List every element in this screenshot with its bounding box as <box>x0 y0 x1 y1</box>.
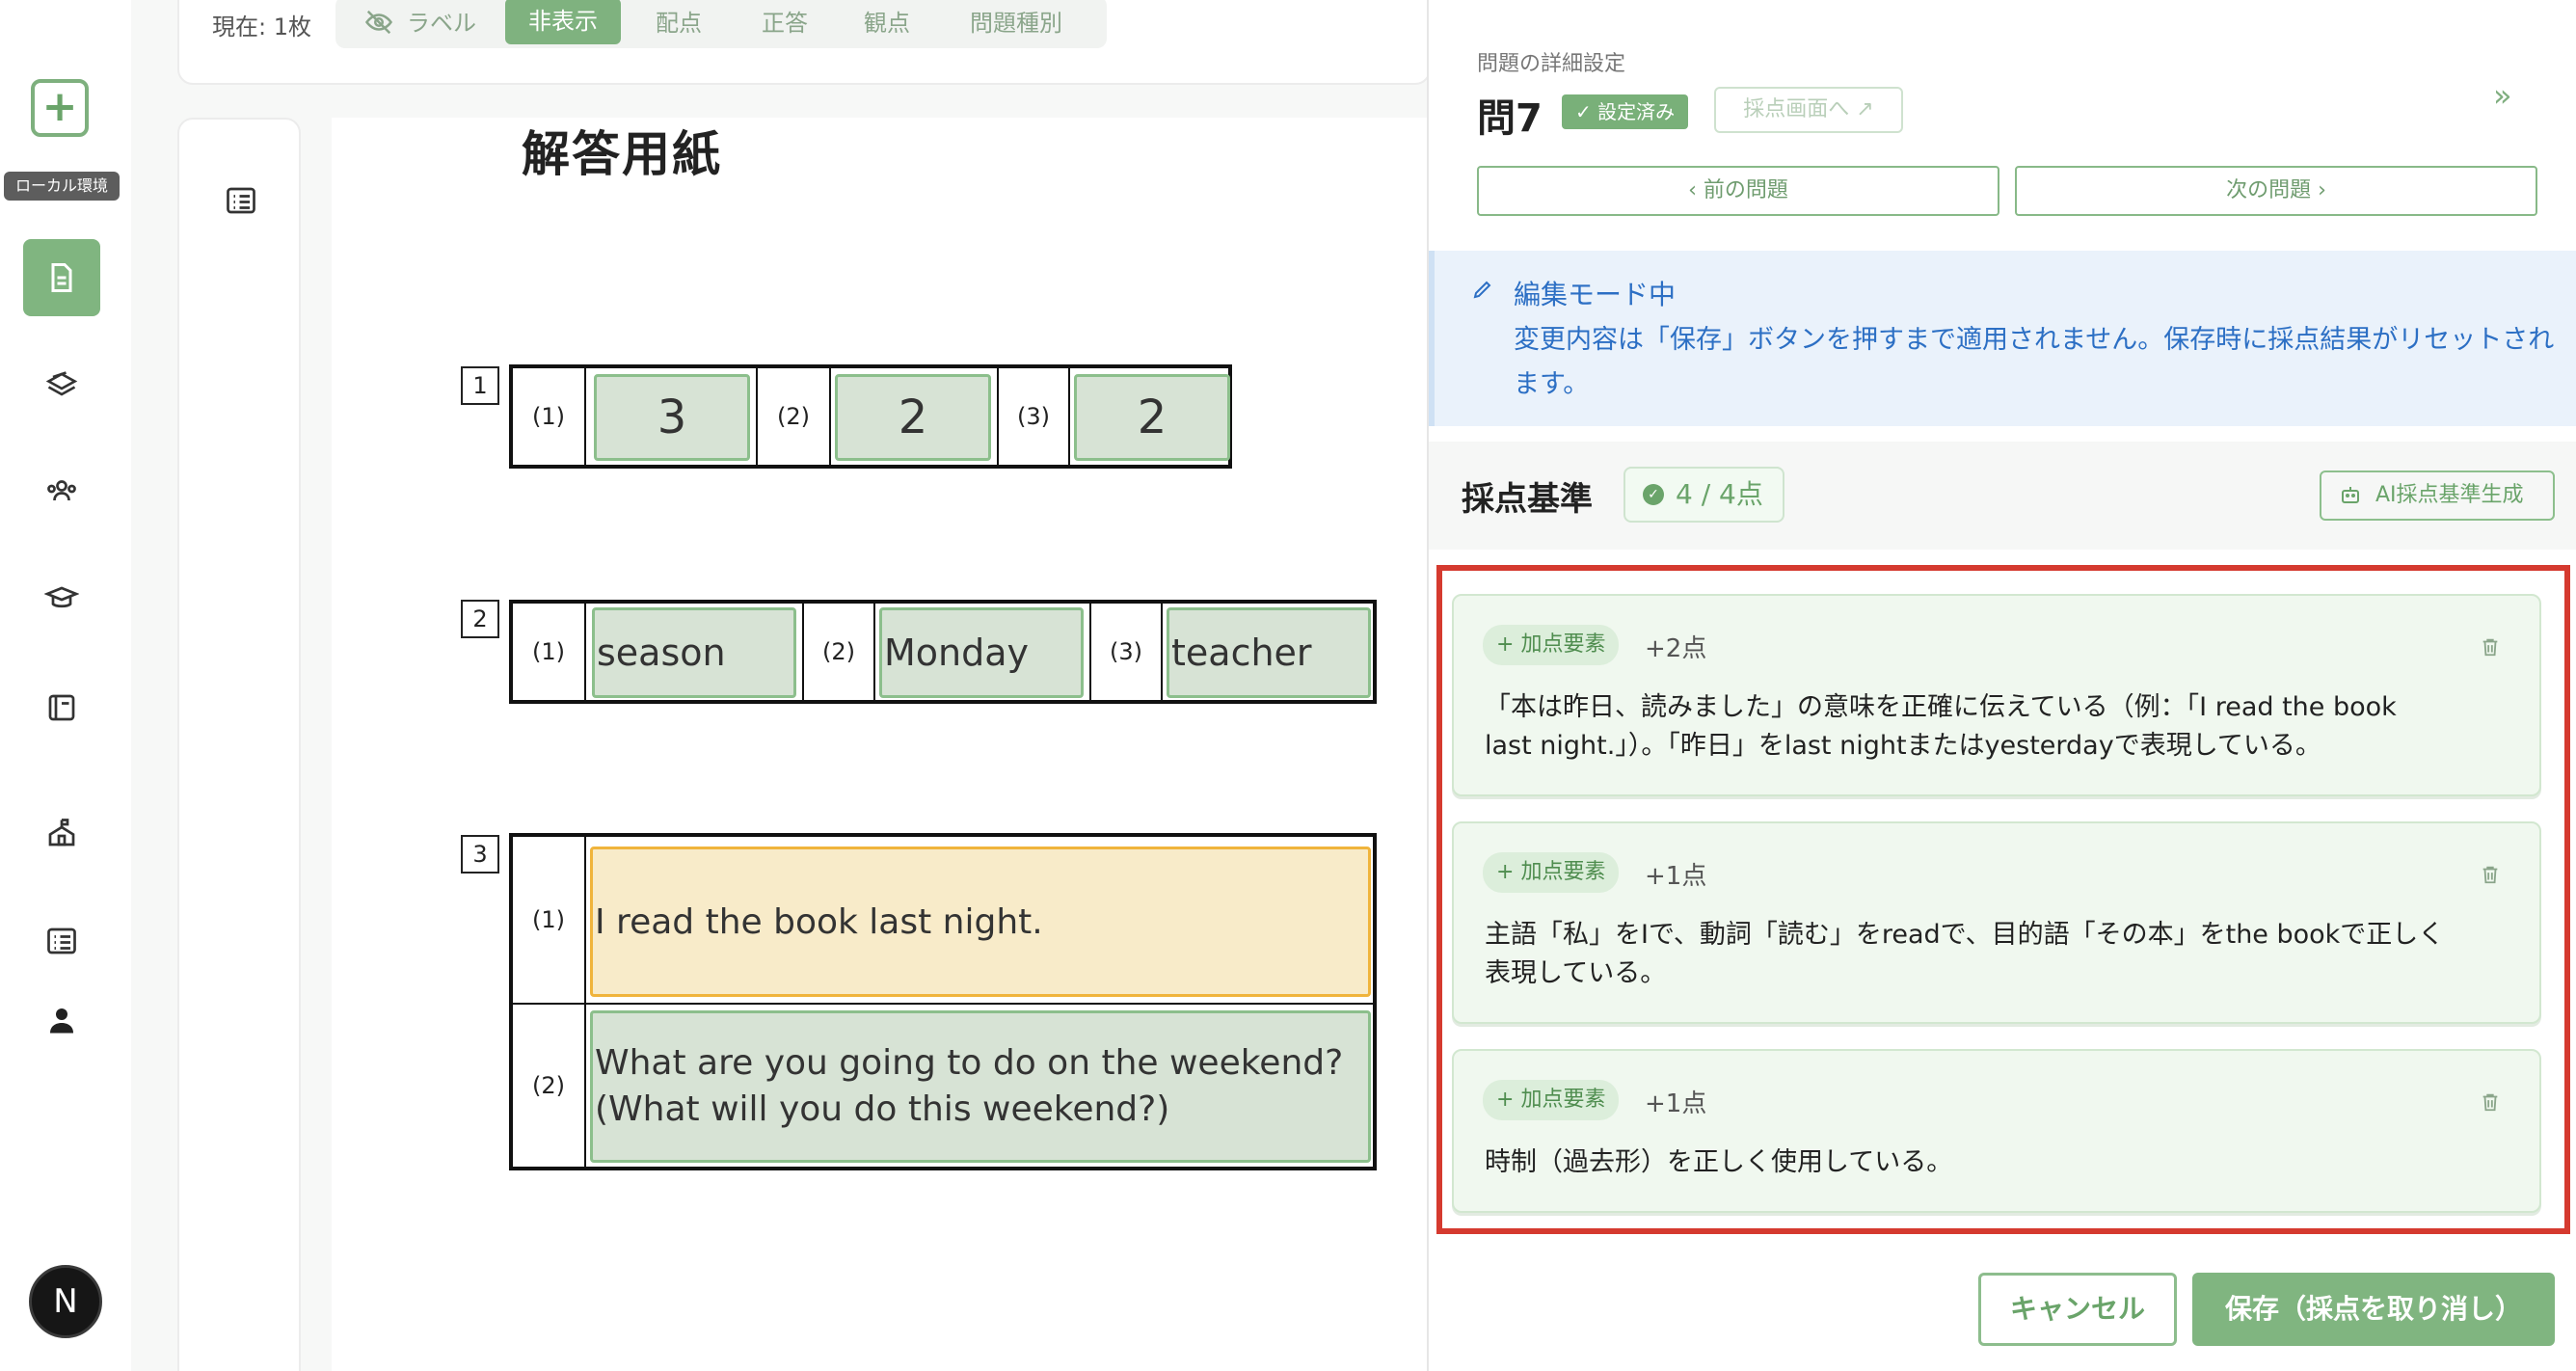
criterion-text: 「本は昨日、読みました」の意味を正確に伝えている（例：「I read the b… <box>1485 692 2397 761</box>
question-number: 2 <box>461 600 499 638</box>
nav-stack[interactable] <box>0 347 131 424</box>
save-button[interactable]: 保存（採点を取り消し） <box>2192 1273 2555 1346</box>
sub-label: (1) <box>513 368 586 465</box>
nav-answer-sheet[interactable] <box>0 239 131 316</box>
next-question-button[interactable]: 次の問題 › <box>2015 166 2537 216</box>
trash-icon[interactable] <box>2480 634 2501 659</box>
nav-school[interactable] <box>0 794 131 872</box>
answer-sheet <box>332 118 1431 1371</box>
group-icon <box>47 480 76 501</box>
edit-mode-heading: 編集モード中 <box>1514 279 1677 310</box>
sub-label: (2) <box>758 368 831 465</box>
edit-mode-text: 変更内容は「保存」ボタンを押すまで適用されません。保存時に採点結果がリセットされ… <box>1514 325 2555 399</box>
answer-cell[interactable]: What are you going to do on the weekend?… <box>590 1010 1371 1163</box>
next-label: 次の問題 <box>2226 178 2312 202</box>
points-label: 4 / 4点 <box>1676 478 1763 510</box>
list-icon <box>47 927 76 954</box>
trash-icon[interactable] <box>2480 862 2501 887</box>
status-label: 設定済み <box>1597 100 1676 123</box>
robot-icon <box>2342 487 2359 503</box>
chevron-left-icon: ‹ <box>1688 178 1704 202</box>
check-circle-icon: ✓ <box>1643 484 1664 505</box>
pencil-icon <box>1473 281 1491 299</box>
check-icon: ✓ <box>1575 100 1598 123</box>
option-question-type[interactable]: 問題種別 <box>970 4 1062 38</box>
sub-label: (2) <box>804 604 875 700</box>
collapse-panel-icon[interactable]: » <box>2493 77 2532 114</box>
school-icon <box>48 819 75 847</box>
panel-breadcrumb: 問題の詳細設定 <box>1477 52 1626 76</box>
criterion-type-tag: + 加点要素 <box>1483 625 1620 665</box>
ai-button-label: AI採点基準生成 <box>2375 483 2524 507</box>
question-number: 1 <box>461 366 499 405</box>
eye-off-icon <box>364 10 393 35</box>
graduation-icon <box>44 586 79 608</box>
external-link-icon: ↗ <box>1856 97 1874 121</box>
stack-icon <box>45 371 78 396</box>
question-title: 問7 <box>1477 96 1543 141</box>
go-to-grading-button[interactable]: 採点画面へ ↗ <box>1714 87 1903 133</box>
sheet-title: 解答用紙 <box>522 126 722 182</box>
sub-label: (2) <box>513 1005 586 1167</box>
nav-book[interactable] <box>0 669 131 746</box>
user-avatar[interactable]: N <box>29 1265 102 1338</box>
document-icon <box>51 263 72 292</box>
answer-cell[interactable]: 3 <box>594 374 750 461</box>
criterion-card[interactable]: + 加点要素 +1点 時制（過去形）を正しく使用している。 <box>1452 1049 2541 1213</box>
answer-line: (What will you do this weekend?) <box>595 1089 1170 1129</box>
criterion-text: 時制（過去形）を正しく使用している。 <box>1485 1147 1953 1177</box>
criterion-score: +1点 <box>1645 1089 1707 1118</box>
display-toolbar: 現在: 1枚 ラベル 非表示 配点 正答 観点 問題種別 <box>177 0 1431 85</box>
chevron-right-icon: › <box>2311 178 2326 202</box>
user-icon <box>50 1008 73 1034</box>
prev-label: 前の問題 <box>1703 178 1788 202</box>
status-badge: ✓ 設定済み <box>1562 94 1689 129</box>
sub-label: (1) <box>513 604 586 700</box>
cancel-button[interactable]: キャンセル <box>1978 1273 2177 1346</box>
criterion-type-tag: + 加点要素 <box>1483 852 1620 893</box>
left-rail: + ローカル環境 N <box>0 0 131 1371</box>
option-hidden[interactable]: 非表示 <box>505 0 621 44</box>
sub-label: (1) <box>513 837 586 1003</box>
answer-line: What are you going to do on the weekend? <box>595 1043 1344 1083</box>
outline-list-icon[interactable] <box>224 183 258 218</box>
criterion-card[interactable]: + 加点要素 +2点 「本は昨日、読みました」の意味を正確に伝えている（例：「I… <box>1452 594 2541 796</box>
question-1-row: (1) 3 (2) 2 (3) 2 <box>509 364 1232 469</box>
answer-cell[interactable]: 2 <box>1074 374 1230 461</box>
current-sheet-count: 現在: 1枚 <box>212 13 311 40</box>
criterion-type-tag: + 加点要素 <box>1483 1080 1620 1120</box>
answer-cell[interactable]: Monday <box>879 607 1084 698</box>
question-2-row: (1) season (2) Monday (3) teacher <box>509 600 1377 704</box>
criterion-card[interactable]: + 加点要素 +1点 主語「私」をIで、動詞「読む」をreadで、目的語「その本… <box>1452 821 2541 1024</box>
option-answer[interactable]: 正答 <box>762 4 808 38</box>
option-perspective[interactable]: 観点 <box>864 4 910 38</box>
answer-cell[interactable]: season <box>592 607 796 698</box>
points-badge: ✓ 4 / 4点 <box>1623 467 1784 523</box>
criterion-text: 主語「私」をIで、動詞「読む」をreadで、目的語「その本」をthe bookで… <box>1485 920 2445 988</box>
edit-mode-notice: 編集モード中 変更内容は「保存」ボタンを押すまで適用されません。保存時に採点結果… <box>1429 251 2576 426</box>
question-detail-panel: 問題の詳細設定 問7 ✓ 設定済み 採点画面へ ↗ » ‹ 前の問題 次の問題 … <box>1427 0 2576 1371</box>
question-number: 3 <box>461 835 499 874</box>
criteria-heading: 採点基準 <box>1462 480 1593 519</box>
question-3-block: (1) I read the book last night. (2) What… <box>509 833 1377 1170</box>
answer-cell-selected[interactable]: I read the book last night. <box>590 847 1371 997</box>
outline-panel <box>177 118 301 1371</box>
answer-cell[interactable]: 2 <box>835 374 991 461</box>
nav-user[interactable] <box>0 981 131 1059</box>
prev-question-button[interactable]: ‹ 前の問題 <box>1477 166 1999 216</box>
nav-group[interactable] <box>0 453 131 530</box>
ai-generate-criteria-button[interactable]: AI採点基準生成 <box>2320 470 2555 521</box>
answer-cell[interactable]: teacher <box>1167 607 1371 698</box>
criterion-score: +1点 <box>1645 862 1707 891</box>
option-points[interactable]: 配点 <box>656 4 702 38</box>
trash-icon[interactable] <box>2480 1089 2501 1115</box>
sub-label: (3) <box>999 368 1070 465</box>
book-icon <box>48 694 75 721</box>
criterion-score: +2点 <box>1645 634 1707 663</box>
nav-list[interactable] <box>0 902 131 980</box>
sub-label: (3) <box>1091 604 1163 700</box>
nav-graduation[interactable] <box>0 561 131 638</box>
goto-label: 採点画面へ <box>1743 97 1850 121</box>
option-label[interactable]: ラベル <box>407 4 476 38</box>
